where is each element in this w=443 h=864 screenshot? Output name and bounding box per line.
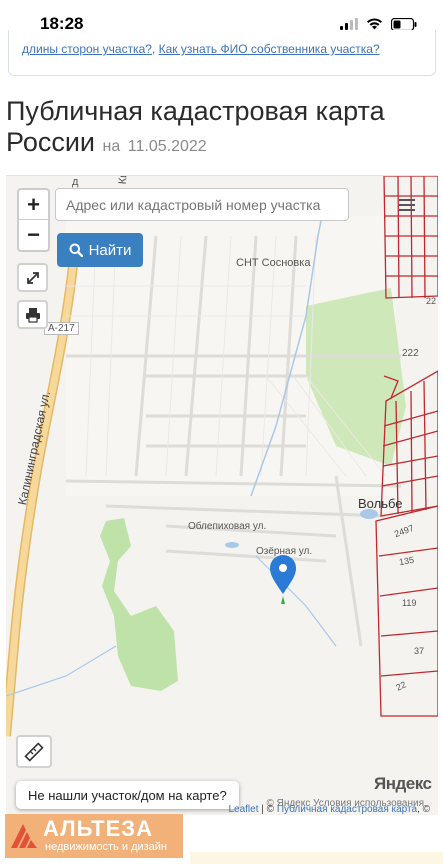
links-separator: , [151,42,156,56]
brand-mark-icon [11,824,37,848]
parcel-number: 119 [402,598,417,608]
partial-street-label: Ки [116,175,130,185]
leaflet-link[interactable]: Leaflet [228,804,258,815]
title-date-prefix: на [102,138,121,155]
parcel-number: 22 [426,296,437,306]
parcel-number: 222 [402,348,419,359]
cadastral-map[interactable]: А-217 Калининградская ул. Ки д СНТ Сосно… [6,175,438,815]
zoom-control: + − [17,188,50,252]
attribution-tail: , © [417,804,430,815]
pkk-link[interactable]: Публичная кадастровая карта [277,804,417,815]
battery-icon [391,17,417,31]
cadastral-parcels [375,176,438,717]
measure-button[interactable] [16,735,52,768]
owner-name-link[interactable]: Как узнать ФИО собственника участка? [159,42,380,56]
find-button[interactable]: Найти [57,233,143,267]
printer-icon [25,307,40,323]
title-date: 11.05.2022 [127,138,207,155]
search-icon [69,243,83,257]
brand-logo: АЛЬТЕЗА недвижимость и дизайн [5,814,183,858]
ruler-icon [24,741,44,762]
sides-length-link[interactable]: длины сторон участка? [22,42,152,56]
map-attribution-line: Leaflet | © Публичная кадастровая карта,… [228,804,430,815]
zoom-in-button[interactable]: + [19,190,48,220]
related-links-row: длины сторон участка?, Как узнать ФИО со… [22,42,380,56]
attribution-separator: | [261,804,264,815]
village-label: Вольбе [358,496,403,511]
brand-tagline: недвижимость и дизайн [45,841,168,853]
find-button-label: Найти [88,241,132,259]
location-marker-icon[interactable] [269,554,297,606]
related-links-box: длины сторон участка?, Как узнать ФИО со… [8,30,436,76]
yandex-logo: Яндекс [374,774,432,793]
page-title: Публичная кадастровая карта России на 11… [6,96,436,162]
not-found-button[interactable]: Не нашли участок/дом на карте? [16,781,239,809]
cadastral-search-input[interactable] [55,188,349,221]
expand-icon [26,271,39,284]
wifi-icon [367,18,382,30]
signal-icon [340,18,358,30]
attribution-copyright: © [266,804,275,815]
parcel-number: 37 [414,646,425,656]
bottom-strip [190,852,443,864]
print-button[interactable] [17,300,48,329]
menu-icon[interactable] [396,196,418,214]
fullscreen-button[interactable] [17,263,48,292]
forest-area [100,518,178,691]
oblepikhovaya-label: Облепиховая ул. [188,521,267,532]
zoom-out-button[interactable]: − [19,220,48,250]
snt-label: СНТ Сосновка [236,257,311,269]
partial-street-label-2: д [72,176,79,188]
brand-name: АЛЬТЕЗА [43,816,153,841]
road-number-label: А-217 [44,322,79,335]
